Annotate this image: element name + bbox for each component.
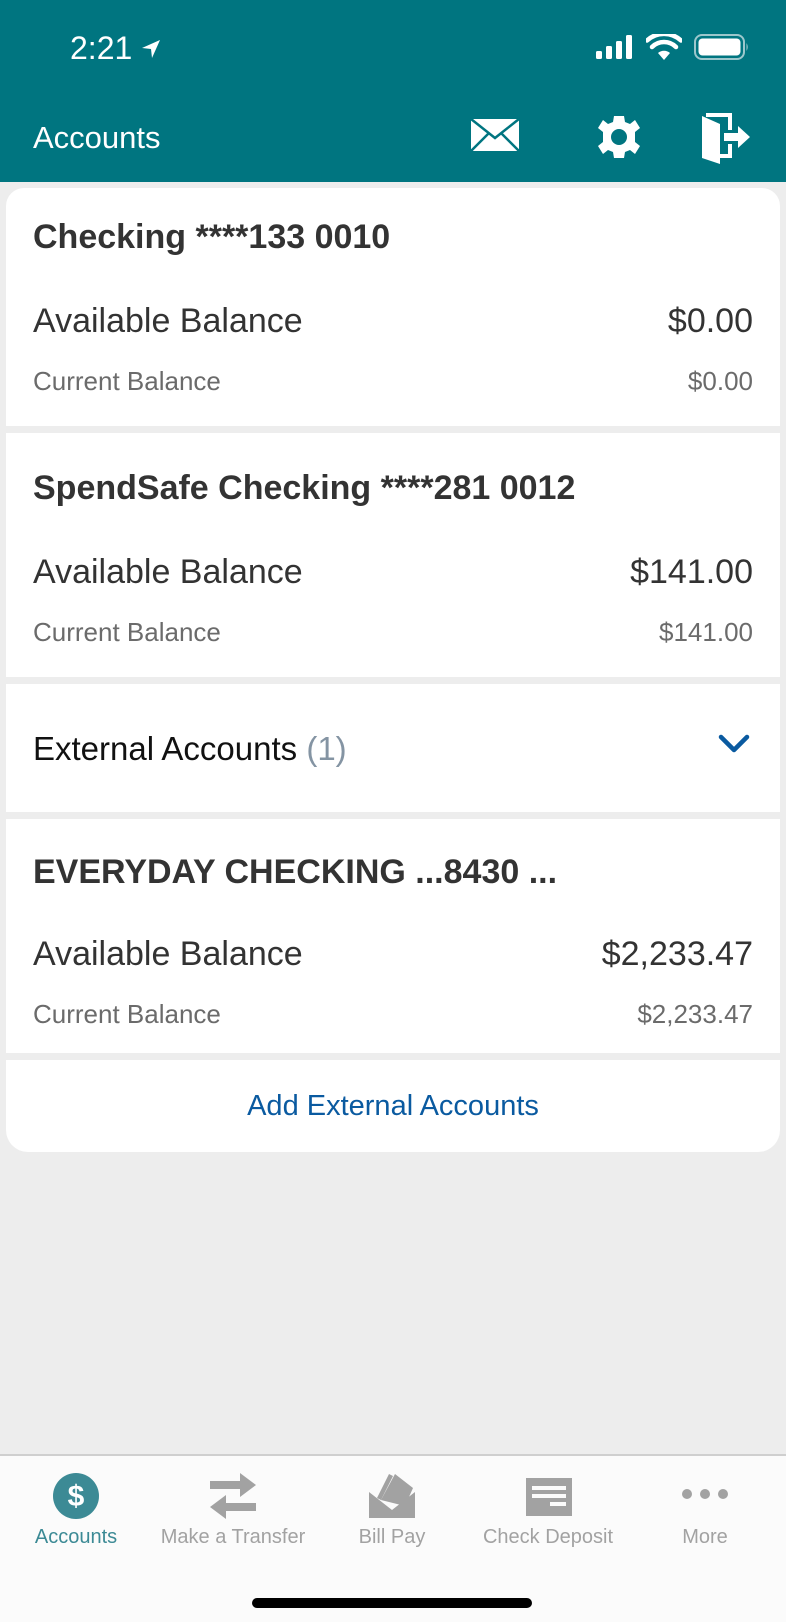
app-header: 2:21 Accounts	[0, 0, 786, 182]
external-accounts-title: External Accounts (1)	[33, 730, 347, 768]
check-icon	[526, 1478, 572, 1516]
available-balance-label: Available Balance	[33, 935, 303, 973]
svg-text:$: $	[68, 1480, 85, 1513]
tab-label: Accounts	[34, 1526, 118, 1548]
tab-label: Bill Pay	[358, 1526, 426, 1548]
current-balance-value: $2,233.47	[637, 999, 753, 1029]
accounts-list: Checking ****133 0010 Available Balance …	[6, 188, 780, 1152]
chevron-down-icon[interactable]	[718, 734, 750, 754]
mail-icon	[470, 118, 520, 152]
available-balance-value: $141.00	[630, 553, 753, 591]
account-title: SpendSafe Checking ****281 0012	[33, 469, 576, 507]
account-card-checking[interactable]: Checking ****133 0010 Available Balance …	[6, 188, 780, 426]
tab-label: More	[682, 1526, 728, 1548]
add-external-accounts-button[interactable]: Add External Accounts	[6, 1060, 780, 1152]
home-indicator[interactable]	[252, 1598, 532, 1608]
bill-envelope-icon	[369, 1474, 415, 1518]
messages-button[interactable]	[470, 118, 522, 158]
available-balance-row: Available Balance $141.00	[33, 553, 753, 592]
wifi-icon	[646, 34, 682, 60]
current-balance-value: $141.00	[659, 617, 753, 647]
current-balance-row: Current Balance $0.00	[33, 366, 753, 397]
current-balance-label: Current Balance	[33, 999, 221, 1029]
external-accounts-toggle[interactable]: External Accounts (1)	[6, 684, 780, 812]
cellular-signal-icon	[596, 35, 632, 59]
external-accounts-count: (1)	[306, 730, 347, 767]
dollar-circle-icon: $	[53, 1473, 99, 1519]
tab-label: Check Deposit	[482, 1526, 614, 1548]
location-arrow-icon	[142, 39, 161, 58]
tab-label: Make a Transfer	[160, 1526, 306, 1548]
current-balance-label: Current Balance	[33, 366, 221, 396]
more-dots-icon	[682, 1489, 728, 1499]
available-balance-row: Available Balance $2,233.47	[33, 935, 753, 974]
settings-button[interactable]	[596, 114, 646, 164]
available-balance-row: Available Balance $0.00	[33, 302, 753, 341]
current-balance-label: Current Balance	[33, 617, 221, 647]
status-time-text: 2:21	[70, 30, 133, 66]
status-indicators	[594, 34, 750, 60]
gear-icon	[598, 116, 640, 158]
available-balance-value: $0.00	[667, 302, 753, 340]
available-balance-value: $2,233.47	[601, 935, 753, 973]
available-balance-label: Available Balance	[33, 302, 303, 340]
external-accounts-label: External Accounts	[33, 730, 298, 767]
account-title: Checking ****133 0010	[33, 218, 391, 256]
transfer-arrows-icon	[210, 1473, 256, 1519]
account-card-spendsafe[interactable]: SpendSafe Checking ****281 0012 Availabl…	[6, 433, 780, 677]
external-account-card[interactable]: EVERYDAY CHECKING ...8430 ... Available …	[6, 819, 780, 1053]
page-title: Accounts	[33, 120, 161, 155]
tab-bar: $ Accounts Make a Transfer Bill Pay Chec…	[0, 1454, 786, 1622]
current-balance-row: Current Balance $2,233.47	[33, 999, 753, 1030]
current-balance-row: Current Balance $141.00	[33, 617, 753, 648]
add-external-accounts-label: Add External Accounts	[247, 1089, 539, 1122]
account-title: EVERYDAY CHECKING ...8430 ...	[33, 853, 558, 891]
battery-icon	[694, 34, 748, 60]
logout-door-icon	[702, 113, 750, 164]
available-balance-label: Available Balance	[33, 553, 303, 591]
current-balance-value: $0.00	[687, 366, 753, 396]
logout-button[interactable]	[700, 112, 756, 168]
status-time: 2:21	[70, 30, 162, 67]
